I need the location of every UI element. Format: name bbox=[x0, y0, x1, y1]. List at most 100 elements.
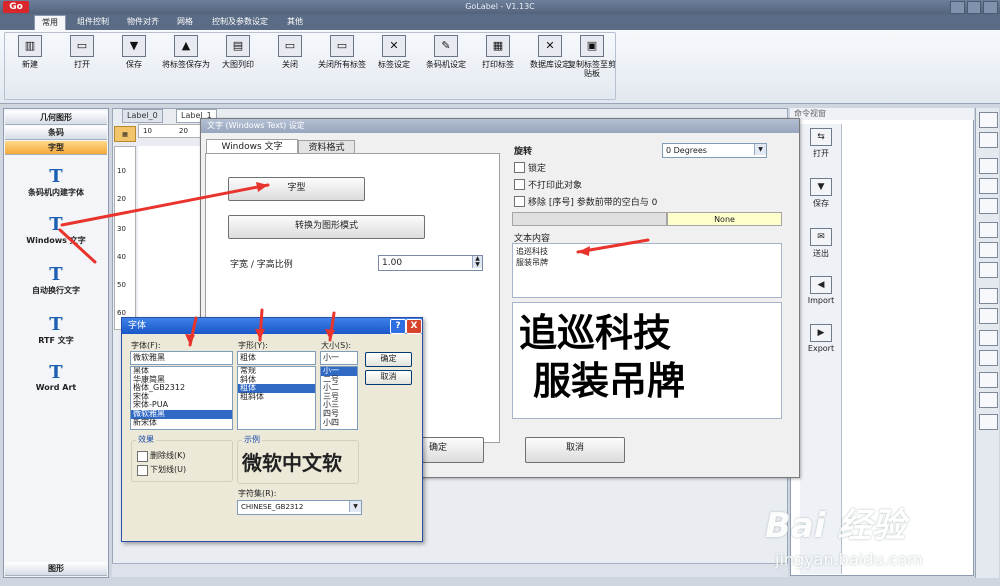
panel-header-barcode[interactable]: 条码 bbox=[5, 126, 107, 140]
new-button[interactable]: ▥ 新建 bbox=[5, 35, 55, 69]
same-width-icon[interactable] bbox=[979, 330, 998, 346]
app-title: GoLabel - V1.13C bbox=[465, 2, 535, 11]
tab-object-align[interactable]: 物件对齐 bbox=[120, 15, 166, 29]
font-style-label: 字形(Y): bbox=[238, 341, 268, 350]
font-size-list[interactable]: 小一 二号 小二 三号 小三 四号 小四 bbox=[320, 366, 358, 430]
variable-select[interactable] bbox=[512, 212, 667, 226]
label-canvas[interactable] bbox=[138, 146, 204, 326]
gear-icon[interactable] bbox=[979, 112, 998, 128]
same-height-icon[interactable] bbox=[979, 350, 998, 366]
clipboard-icon: ▣ bbox=[580, 35, 604, 57]
font-cancel-button[interactable]: 取消 bbox=[365, 370, 412, 385]
watermark-brand: Bai 经验 bbox=[765, 506, 906, 546]
font-name-input[interactable]: 微软雅黑 bbox=[130, 351, 233, 365]
variable-none-field[interactable]: None bbox=[667, 212, 782, 226]
font-button[interactable]: 字型 bbox=[228, 177, 365, 201]
font-name-list[interactable]: 黑体 华康简黑 楷体_GB2312 宋体 宋体-PUA 微软雅黑 新宋体 bbox=[130, 366, 233, 430]
panel-header-geometry[interactable]: 几何图形 bbox=[5, 111, 107, 125]
rotate-90-icon[interactable] bbox=[979, 132, 998, 148]
align-center-icon[interactable] bbox=[979, 242, 998, 258]
list-item[interactable]: 粗斜体 bbox=[238, 392, 315, 402]
cmd-save-button[interactable]: ▼ 保存 bbox=[802, 178, 840, 209]
cmd-import-button[interactable]: ◀ Import bbox=[802, 276, 840, 305]
print-preview-button[interactable]: ▤ 大图列印 bbox=[213, 35, 263, 69]
align-middle-icon[interactable] bbox=[979, 178, 998, 194]
list-item[interactable]: 新宋体 bbox=[131, 418, 232, 428]
font-dialog-close-button[interactable]: X bbox=[406, 319, 422, 334]
strikeout-checkbox[interactable] bbox=[137, 451, 148, 462]
status-bar bbox=[112, 563, 788, 577]
open-button[interactable]: ▭ 打开 bbox=[57, 35, 107, 69]
minimize-button[interactable] bbox=[950, 1, 965, 14]
wrap-text-icon: T bbox=[49, 264, 63, 285]
baidu-watermark: Bai 经验 jingyan.baidu.com bbox=[765, 498, 995, 578]
help-button[interactable]: ? bbox=[390, 319, 406, 334]
tab-other[interactable]: 其他 bbox=[280, 15, 310, 29]
item-word-art[interactable]: T Word Art bbox=[5, 362, 107, 393]
align-left-icon[interactable] bbox=[979, 222, 998, 238]
distribute-v-icon[interactable] bbox=[979, 308, 998, 324]
close-all-button[interactable]: ▭ 关闭所有标签 bbox=[317, 35, 367, 69]
trim-serial-checkbox[interactable] bbox=[514, 196, 525, 207]
list-item[interactable]: 小四 bbox=[321, 418, 357, 428]
item-wrap-text[interactable]: T 自动换行文字 bbox=[5, 265, 107, 296]
doc-tab-label-0[interactable]: Label_0 bbox=[122, 109, 163, 123]
underline-checkbox[interactable] bbox=[137, 465, 148, 476]
item-rtf-text[interactable]: T RTF 文字 bbox=[5, 315, 107, 346]
item-windows-text[interactable]: T Windows 文字 bbox=[5, 215, 107, 246]
rotation-select[interactable]: 0 Degrees ▼ bbox=[662, 143, 767, 158]
app-logo[interactable]: Go bbox=[3, 1, 29, 13]
word-art-icon: T bbox=[49, 362, 63, 383]
cmd-export-button[interactable]: ▶ Export bbox=[802, 324, 840, 353]
send-back-icon[interactable] bbox=[979, 392, 998, 408]
align-bottom-icon[interactable] bbox=[979, 198, 998, 214]
text-content-input[interactable]: 追巡科技 服装吊牌 bbox=[512, 243, 782, 298]
window-controls bbox=[950, 1, 999, 14]
copy-to-clipboard-button[interactable]: ▣ 复制标签至剪贴板 bbox=[567, 35, 617, 78]
font-style-input[interactable]: 粗体 bbox=[237, 351, 316, 365]
spinner-arrows-icon[interactable]: ▲ ▼ bbox=[472, 256, 482, 268]
tab-control-settings[interactable]: 控制及参数设定 bbox=[204, 15, 276, 29]
cmd-send-button[interactable]: ✉ 送出 bbox=[802, 228, 840, 259]
underline-label: 下划线(U) bbox=[150, 465, 187, 474]
close-button[interactable] bbox=[983, 1, 999, 14]
bring-front-icon[interactable] bbox=[979, 372, 998, 388]
printer-settings-button[interactable]: ✎ 条码机设定 bbox=[421, 35, 471, 69]
align-right-icon[interactable] bbox=[979, 262, 998, 278]
ribbon-tabs: 常用 组件控制 物件对齐 网格 控制及参数设定 其他 bbox=[0, 14, 1000, 30]
font-ok-button[interactable]: 确定 bbox=[365, 352, 412, 367]
tab-component-control[interactable]: 组件控制 bbox=[70, 15, 116, 29]
print-preview-icon: ▤ bbox=[226, 35, 250, 57]
tab-grid[interactable]: 网格 bbox=[170, 15, 200, 29]
ratio-input[interactable]: 1.00 ▲ ▼ bbox=[378, 255, 483, 271]
ruler-unit-button[interactable]: ▦ bbox=[114, 126, 136, 142]
strikeout-label: 删除线(K) bbox=[150, 451, 186, 460]
save-button[interactable]: ▼ 保存 bbox=[109, 35, 159, 69]
no-print-checkbox[interactable] bbox=[514, 179, 525, 190]
font-size-input[interactable]: 小一 bbox=[320, 351, 358, 365]
panel-header-font[interactable]: 字型 bbox=[5, 141, 107, 155]
distribute-h-icon[interactable] bbox=[979, 288, 998, 304]
save-icon: ▼ bbox=[810, 178, 832, 196]
tab-common[interactable]: 常用 bbox=[34, 15, 66, 30]
close-label-button[interactable]: ▭ 关闭 bbox=[265, 35, 315, 69]
rtf-text-icon: T bbox=[49, 314, 63, 335]
save-as-button[interactable]: ▲ 将标签保存为 bbox=[161, 35, 211, 69]
lock-checkbox[interactable] bbox=[514, 162, 525, 173]
chevron-down-icon: ▼ bbox=[349, 501, 361, 512]
rotation-label: 旋转 bbox=[514, 147, 533, 157]
cancel-button[interactable]: 取消 bbox=[525, 437, 625, 463]
item-builtin-font[interactable]: T 条码机内建字体 bbox=[5, 167, 107, 198]
align-top-icon[interactable] bbox=[979, 158, 998, 174]
bar-chart-icon[interactable] bbox=[979, 414, 998, 430]
no-print-label: 不打印此对象 bbox=[528, 181, 583, 191]
label-settings-button[interactable]: ✕ 标签设定 bbox=[369, 35, 419, 69]
charset-select[interactable]: CHINESE_GB2312 ▼ bbox=[237, 500, 362, 515]
convert-to-graphic-button[interactable]: 转换为图形模式 bbox=[228, 215, 425, 239]
panel-header-graphics[interactable]: 图形 bbox=[5, 562, 107, 576]
font-size-label: 大小(S): bbox=[321, 341, 352, 350]
cmd-open-button[interactable]: ⇆ 打开 bbox=[802, 128, 840, 159]
font-style-list[interactable]: 常规 斜体 粗体 粗斜体 bbox=[237, 366, 316, 430]
maximize-button[interactable] bbox=[966, 1, 982, 14]
print-label-button[interactable]: ▦ 打印标签 bbox=[473, 35, 523, 69]
